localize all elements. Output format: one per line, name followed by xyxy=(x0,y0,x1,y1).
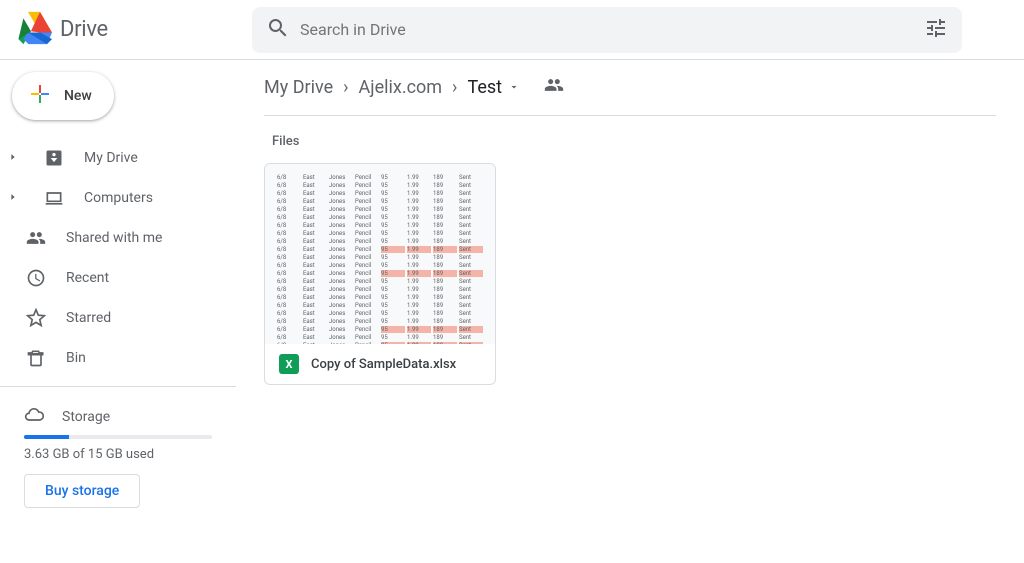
breadcrumb-item-current[interactable]: Test xyxy=(467,77,520,98)
file-thumbnail: 6/8EastJonesPencil951.99189Sent6/8EastJo… xyxy=(265,164,495,344)
file-card[interactable]: 6/8EastJonesPencil951.99189Sent6/8EastJo… xyxy=(264,163,496,385)
nav-label: Computers xyxy=(84,190,153,206)
clock-icon xyxy=(24,268,48,288)
new-button-label: New xyxy=(64,88,92,104)
nav-label: Bin xyxy=(66,350,86,366)
nav-label: My Drive xyxy=(84,150,138,166)
nav-storage[interactable]: Storage xyxy=(24,399,212,435)
cloud-icon xyxy=(24,405,44,429)
search-bar[interactable] xyxy=(252,7,962,53)
search-icon xyxy=(266,16,290,44)
nav-label: Storage xyxy=(62,409,110,425)
trash-icon xyxy=(24,348,48,368)
nav-label: Starred xyxy=(66,310,111,326)
search-options-icon[interactable] xyxy=(924,16,948,44)
nav-computers[interactable]: Computers xyxy=(0,178,236,218)
section-label: Files xyxy=(272,134,996,149)
new-button[interactable]: New xyxy=(12,72,114,120)
star-icon xyxy=(24,308,48,328)
chevron-right-icon xyxy=(8,190,24,206)
dropdown-icon xyxy=(508,77,520,98)
nav-label: Recent xyxy=(66,270,109,286)
share-icon[interactable] xyxy=(544,75,564,100)
nav-label: Shared with me xyxy=(66,230,162,246)
app-name: Drive xyxy=(60,17,108,42)
chevron-right-icon xyxy=(8,150,24,166)
nav-bin[interactable]: Bin xyxy=(0,338,236,378)
computers-icon xyxy=(42,188,66,208)
xlsx-icon: X xyxy=(279,354,299,374)
search-input[interactable] xyxy=(300,20,914,39)
nav-my-drive[interactable]: My Drive xyxy=(0,138,236,178)
my-drive-icon xyxy=(42,148,66,168)
buy-storage-button[interactable]: Buy storage xyxy=(24,474,140,508)
nav-starred[interactable]: Starred xyxy=(0,298,236,338)
breadcrumb: My Drive › Ajelix.com › Test xyxy=(264,76,996,116)
divider xyxy=(0,386,236,387)
nav-recent[interactable]: Recent xyxy=(0,258,236,298)
storage-bar xyxy=(24,435,212,439)
nav-shared[interactable]: Shared with me xyxy=(0,218,236,258)
breadcrumb-item[interactable]: Ajelix.com xyxy=(359,77,443,98)
drive-logo-icon xyxy=(16,10,52,50)
chevron-right-icon: › xyxy=(452,77,457,98)
breadcrumb-item[interactable]: My Drive xyxy=(264,77,333,98)
storage-used-text: 3.63 GB of 15 GB used xyxy=(24,447,212,462)
file-name: Copy of SampleData.xlsx xyxy=(311,357,456,372)
plus-icon xyxy=(28,82,52,110)
chevron-right-icon: › xyxy=(343,77,348,98)
people-icon xyxy=(24,228,48,248)
